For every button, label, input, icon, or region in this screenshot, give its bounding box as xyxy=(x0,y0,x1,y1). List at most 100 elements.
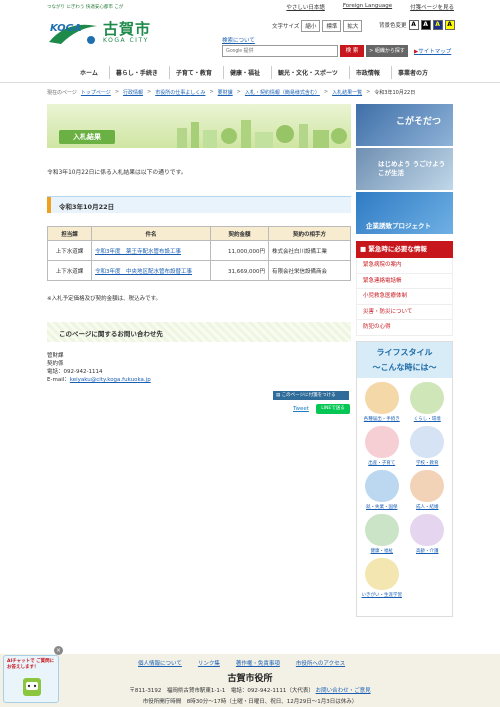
lifestyle-item[interactable]: 健康・福祉 xyxy=(359,514,405,554)
lifestyle-item[interactable]: 成人・結婚 xyxy=(405,470,451,510)
ai-chat-text: AIチャットで ご質問にお答えします！ xyxy=(7,659,55,670)
line-share-button[interactable]: LINEで送る xyxy=(316,404,350,414)
bg-yellow-button[interactable]: A xyxy=(444,20,455,30)
bid-results-table: 担当課 件名 契約金額 契約の相手方 上下水道課 令和3年度 薬王寺配水管布設工… xyxy=(47,226,351,281)
nav-city-info[interactable]: 市政情報 xyxy=(348,66,386,79)
lifestyle-item[interactable]: 学校・教育 xyxy=(405,426,451,466)
bg-black-button[interactable]: A xyxy=(420,20,431,30)
bg-blue-button[interactable]: A xyxy=(432,20,443,30)
contact-section: 契約係 xyxy=(47,361,64,367)
emergency-item[interactable]: 防犯の心得 xyxy=(356,320,453,336)
footer-link-copyright[interactable]: 著作権・免責事項 xyxy=(236,659,280,667)
footer-inquiry-link[interactable]: お問い合わせ・ご意見 xyxy=(316,688,371,694)
add-sticky-button[interactable]: ▤ このページに付箋をつける xyxy=(273,391,349,400)
cell-title: 令和3年度 中央地区配水管布設替工事 xyxy=(91,260,211,281)
search-button[interactable]: 検 索 xyxy=(340,45,364,57)
tweet-button[interactable]: Tweet xyxy=(293,406,309,412)
childcare-icon xyxy=(364,426,399,458)
site-logo[interactable]: KOGA 古賀市 KOGA CITY xyxy=(47,18,151,48)
koga-logo-icon: KOGA xyxy=(49,23,97,44)
lifestyle-item[interactable]: 各種届出・手続き xyxy=(359,382,405,422)
bid-title-link[interactable]: 令和3年度 中央地区配水管布設替工事 xyxy=(95,269,192,275)
lifestyle-item[interactable]: 高齢・介護 xyxy=(405,514,451,554)
cell-amount: 31,669,000円 xyxy=(210,260,269,281)
foreign-language-link[interactable]: Foreign Language xyxy=(343,3,392,11)
lifestyle-item[interactable]: くらし・環境 xyxy=(405,382,451,422)
lifestyle-item-label: 高齢・介護 xyxy=(416,549,439,554)
ai-chat-widget[interactable]: AIチャットで ご質問にお答えします！ xyxy=(3,655,59,703)
page-title: 入札結果 xyxy=(59,130,115,144)
cell-partner: 株式会社白川設備工業 xyxy=(268,240,351,261)
intro-text: 令和3年10月22日に係る入札結果は以下の通りです。 xyxy=(47,170,187,176)
cell-dept: 上下水道課 xyxy=(47,260,92,281)
footer-address: 〒811-3192 福岡県古賀市駅東1-1-1 電話：092-942-1111（… xyxy=(129,688,314,694)
add-sticky-label: このページに付箋をつける xyxy=(281,393,336,398)
col-header-title: 件名 xyxy=(91,226,211,241)
sidebar-banner-kogasodatsu[interactable]: こがそだつ xyxy=(356,104,453,146)
contact-email-link[interactable]: keiyaku@city.koga.fukuoka.jp xyxy=(70,377,151,383)
easy-japanese-link[interactable]: やさしい日本語 xyxy=(286,3,325,11)
bid-title-link[interactable]: 令和3年度 薬王寺配水管布設工事 xyxy=(95,249,181,255)
font-size-small-button[interactable]: 縮小 xyxy=(301,20,321,32)
emergency-item[interactable]: 緊急連絡電話帳 xyxy=(356,273,453,289)
search-bar: 検 索 > 組織から探す ▶サイトマップ xyxy=(222,45,451,57)
cityscape-illustration xyxy=(177,120,347,148)
emergency-item[interactable]: 小児救急医療体制 xyxy=(356,289,453,305)
emergency-heading: ■ 緊急時に必要な情報 xyxy=(356,241,453,258)
banner2-text: はじめよう うごけよう こが生活 xyxy=(378,160,446,177)
contact-heading-text: このページに関するお問い合わせ先 xyxy=(59,330,163,338)
search-about-link[interactable]: 検索について xyxy=(222,36,255,44)
bg-white-button[interactable]: A xyxy=(408,20,419,30)
lifestyle-item[interactable]: いきがい・生涯学習 xyxy=(359,558,405,598)
font-size-large-button[interactable]: 拡大 xyxy=(343,20,363,32)
breadcrumb-item[interactable]: 入札結果一覧 xyxy=(332,89,362,96)
sidebar-banner-business-attraction[interactable]: 企業誘致プロジェクト xyxy=(356,192,453,234)
footer: 個人情報について リンク集 著作権・免責事項 市役所へのアクセス 古賀市役所 〒… xyxy=(0,654,500,707)
col-header-dept: 担当課 xyxy=(47,226,92,241)
environment-icon xyxy=(410,382,445,414)
sitemap-link[interactable]: ▶サイトマップ xyxy=(414,47,451,55)
font-size-control: 文字サイズ 縮小 標準 拡大 xyxy=(272,20,363,32)
lifelong-learning-icon xyxy=(364,558,399,590)
breadcrumb-item[interactable]: 要財課 xyxy=(218,89,233,96)
global-nav: ホーム 暮らし・手続き 子育て・教育 健康・福祉 観光・文化・スポーツ 市政情報… xyxy=(74,66,434,79)
table-row: 上下水道課 令和3年度 中央地区配水管布設替工事 31,669,000円 有限会… xyxy=(47,260,351,281)
lifestyle-item-label: 成人・結婚 xyxy=(416,505,439,510)
col-header-partner: 契約の相手方 xyxy=(268,226,351,241)
bg-color-label: 背景色変更 xyxy=(379,23,407,29)
cell-title: 令和3年度 薬王寺配水管布設工事 xyxy=(91,240,211,261)
lifestyle-item[interactable]: 就・失業・国保 xyxy=(359,470,405,510)
breadcrumb-label: 現在のページ xyxy=(47,90,77,96)
emergency-item[interactable]: 災害・防災について xyxy=(356,304,453,320)
org-search-button[interactable]: > 組織から探す xyxy=(366,45,408,57)
cell-amount: 11,000,000円 xyxy=(210,240,269,261)
nav-business[interactable]: 事業者の方 xyxy=(390,66,434,79)
logo-city-name-en: KOGA CITY xyxy=(103,37,149,44)
col-header-amount: 契約金額 xyxy=(210,226,269,241)
lifestyle-item-label: 就・失業・国保 xyxy=(366,505,398,510)
footer-links: 個人情報について リンク集 著作権・免責事項 市役所へのアクセス xyxy=(138,659,345,667)
search-input[interactable] xyxy=(222,45,338,57)
employment-icon xyxy=(364,470,399,502)
nav-tourism[interactable]: 観光・文化・スポーツ xyxy=(271,66,344,79)
nav-health[interactable]: 健康・福祉 xyxy=(222,66,266,79)
contact-email-label: E-mail： xyxy=(47,377,70,383)
footer-link-privacy[interactable]: 個人情報について xyxy=(138,659,182,667)
emergency-item[interactable]: 緊急病院の案内 xyxy=(356,258,453,274)
breadcrumb-item[interactable]: 入札・契約情報（簡易様式含む） xyxy=(245,89,320,96)
nav-living[interactable]: 暮らし・手続き xyxy=(108,66,164,79)
footer-link-links[interactable]: リンク集 xyxy=(198,659,220,667)
font-size-normal-button[interactable]: 標準 xyxy=(322,20,342,32)
footer-link-access[interactable]: 市役所へのアクセス xyxy=(296,659,345,667)
sidebar-banner-koga-life[interactable]: はじめよう うごけよう こが生活 xyxy=(356,148,453,190)
nav-childcare[interactable]: 子育て・教育 xyxy=(168,66,218,79)
breadcrumb-item[interactable]: 市役所の仕事よしくみ xyxy=(155,89,205,96)
chat-close-icon[interactable]: × xyxy=(54,646,63,655)
view-sticky-pages-link[interactable]: 付箋ページを見る xyxy=(410,3,454,11)
breadcrumb-item[interactable]: 行政情報 xyxy=(123,89,143,96)
chat-mascot-icon xyxy=(23,678,41,696)
lifestyle-item[interactable]: 出産・子育て xyxy=(359,426,405,466)
section-heading-date: 令和3年10月22日 xyxy=(47,196,351,213)
breadcrumb-item[interactable]: トップページ xyxy=(81,89,111,96)
nav-home[interactable]: ホーム xyxy=(74,66,104,79)
